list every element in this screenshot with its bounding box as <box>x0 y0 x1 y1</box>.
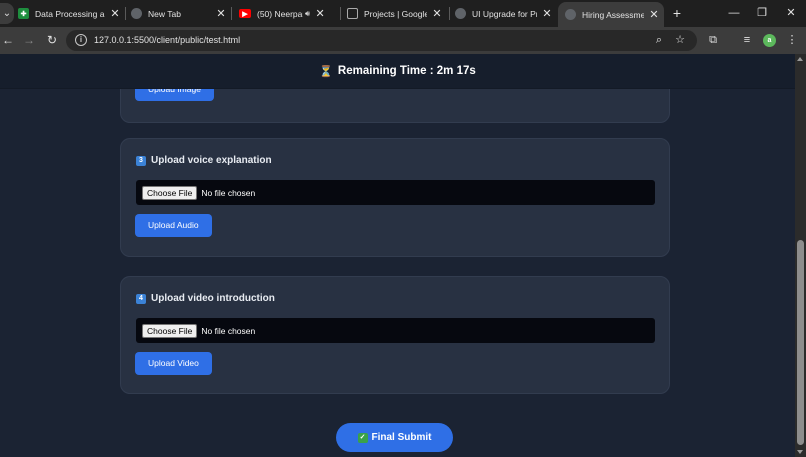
check-icon: ✓ <box>357 432 368 443</box>
scroll-up-arrow-icon[interactable] <box>797 57 803 61</box>
tab-ui-upgrade[interactable]: UI Upgrade for Pr ✕ <box>455 0 553 27</box>
openai-icon <box>455 8 466 19</box>
audio-file-input[interactable]: Choose File No file chosen <box>136 180 655 205</box>
close-icon[interactable]: ✕ <box>541 7 553 20</box>
globe-icon <box>565 9 576 20</box>
final-submit-label: Final Submit <box>371 432 432 443</box>
upload-video-button[interactable]: Upload Video <box>135 352 212 375</box>
chrome-icon <box>131 8 142 19</box>
speaker-icon[interactable]: 🔊︎ <box>305 9 310 19</box>
tab-youtube[interactable]: ▶ (50) Neerparai 🔊︎ ✕ <box>239 0 335 27</box>
app-icon <box>347 8 358 19</box>
voice-upload-card: 3 Upload voice explanation Choose File N… <box>120 138 670 257</box>
tab-data-processing[interactable]: ✚ Data Processing a ✕ <box>18 0 121 27</box>
timer-bar: ⏳ Remaining Time : 2m 17s <box>0 54 795 89</box>
menu-icon[interactable]: ⋮ <box>785 33 799 47</box>
voice-card-title: 3 Upload voice explanation <box>136 155 272 166</box>
tab-title: New Tab <box>148 8 181 19</box>
close-icon[interactable]: ✕ <box>109 7 121 20</box>
upload-audio-button[interactable]: Upload Audio <box>135 214 212 237</box>
page-viewport: ⏳ Remaining Time : 2m 17s Upload Image 3… <box>0 54 795 457</box>
url-text[interactable]: 127.0.0.1:5500/client/public/test.html <box>94 30 240 51</box>
back-button[interactable]: ← <box>0 32 16 48</box>
scroll-down-arrow-icon[interactable] <box>797 450 803 454</box>
tab-hiring-assessment[interactable]: Hiring Assessment ✕ <box>558 2 664 27</box>
tab-title: Projects | Google A <box>364 8 427 19</box>
remaining-time: Remaining Time : 2m 17s <box>337 65 476 77</box>
video-upload-card: 4 Upload video introduction Choose File … <box>120 276 670 394</box>
close-icon[interactable]: ✕ <box>431 7 443 20</box>
forward-button[interactable]: → <box>21 32 37 48</box>
youtube-icon: ▶ <box>239 9 251 18</box>
tab-separator <box>340 7 341 20</box>
media-queue-icon[interactable]: ≡ <box>740 33 754 47</box>
tab-separator <box>125 7 126 20</box>
tab-separator <box>449 7 450 20</box>
file-status: No file chosen <box>201 187 256 198</box>
page-scrollbar[interactable] <box>795 54 806 457</box>
profile-avatar[interactable]: a <box>763 34 776 47</box>
tab-title: Data Processing a <box>35 8 105 19</box>
choose-file-button[interactable]: Choose File <box>142 323 198 338</box>
video-file-input[interactable]: Choose File No file chosen <box>136 318 655 343</box>
hourglass-icon: ⏳ <box>319 65 333 78</box>
sheets-icon: ✚ <box>18 8 29 19</box>
minimize-button[interactable]: — <box>724 4 744 22</box>
tab-title: Hiring Assessment <box>582 9 644 20</box>
tab-title: UI Upgrade for Pr <box>472 8 537 19</box>
tab-search-button[interactable]: ⌄ <box>0 3 14 24</box>
restore-button[interactable]: ❐ <box>752 4 772 22</box>
zoom-icon[interactable]: ⌕ <box>652 33 666 47</box>
video-card-title: 4 Upload video introduction <box>136 293 275 304</box>
reload-button[interactable]: ↻ <box>44 32 60 48</box>
new-tab-button[interactable]: + <box>669 4 685 22</box>
address-bar[interactable]: i 127.0.0.1:5500/client/public/test.html… <box>66 30 697 51</box>
browser-tab-strip: ⌄ ✚ Data Processing a ✕ New Tab ✕ ▶ (50)… <box>0 0 806 27</box>
card-title-text: Upload video introduction <box>151 293 275 304</box>
site-info-icon[interactable]: i <box>75 34 87 46</box>
close-icon[interactable]: ✕ <box>648 8 660 21</box>
card-title-text: Upload voice explanation <box>151 155 272 166</box>
file-status: No file chosen <box>201 325 256 336</box>
extensions-icon[interactable]: ⧉ <box>706 33 720 47</box>
final-submit-button[interactable]: ✓ Final Submit <box>336 423 453 452</box>
tab-separator <box>231 7 232 20</box>
number-4-icon: 4 <box>136 293 146 304</box>
browser-toolbar: ← → ↻ i 127.0.0.1:5500/client/public/tes… <box>0 27 806 54</box>
tab-projects[interactable]: Projects | Google A ✕ <box>347 0 443 27</box>
tab-new-tab[interactable]: New Tab ✕ <box>131 0 227 27</box>
close-icon[interactable]: ✕ <box>314 7 326 20</box>
close-icon[interactable]: ✕ <box>215 7 227 20</box>
tab-title: (50) Neerparai <box>257 8 303 19</box>
choose-file-button[interactable]: Choose File <box>142 185 198 200</box>
number-3-icon: 3 <box>136 155 146 166</box>
close-window-button[interactable]: ✕ <box>781 4 801 22</box>
scrollbar-thumb[interactable] <box>797 240 804 445</box>
bookmark-star-icon[interactable]: ☆ <box>673 33 687 47</box>
